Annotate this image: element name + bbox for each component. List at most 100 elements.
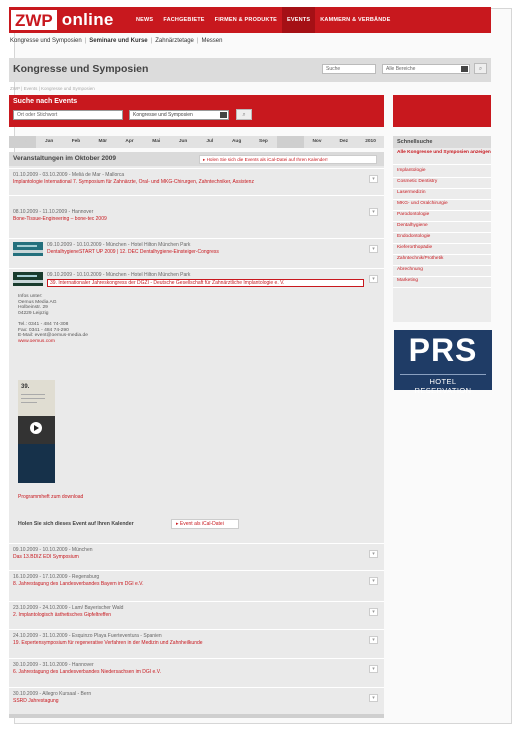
tab-month[interactable]: Mai — [143, 136, 170, 148]
event-date: 30.10.2009 - Allegro Kursaal - Bern — [13, 691, 92, 697]
expand-icon[interactable]: ▾ — [369, 275, 378, 283]
tab-month-active[interactable]: Okt — [276, 136, 304, 148]
subnav-messen[interactable]: Messen — [201, 38, 222, 44]
video-thumbnail[interactable]: 39. — [18, 380, 55, 483]
tab-month[interactable]: Jan — [36, 136, 63, 148]
logo[interactable]: ZWP online — [11, 9, 114, 31]
subnav-separator: | — [196, 38, 199, 44]
expand-icon[interactable]: ▾ — [369, 636, 378, 644]
sidebar-heading: Schnellsuche — [393, 136, 491, 148]
tab-month[interactable]: Mär — [89, 136, 116, 148]
tab-month[interactable]: Apr — [116, 136, 143, 148]
nav-events[interactable]: EVENTS — [282, 7, 316, 33]
list-item[interactable]: 24.10.2009 - 31.10.2009 - Esquinzo Playa… — [9, 629, 384, 655]
tab-month[interactable]: Jun — [170, 136, 197, 148]
sidebar-item-parodontologie[interactable]: Parodontologie — [393, 210, 491, 222]
search-icon: ⌕ — [478, 66, 483, 72]
sidebar-item-marketing[interactable]: Marketing — [393, 276, 491, 288]
ical-button[interactable]: ▸ Event als iCal-Datei — [171, 519, 239, 529]
event-search-heading: Suche nach Events — [13, 98, 78, 105]
nav-news[interactable]: NEWS — [131, 7, 158, 33]
search-button[interactable]: ⌕ — [474, 63, 487, 74]
sidebar-item-zahntechnik-prothetik[interactable]: Zahntechnik/Prothetik — [393, 254, 491, 266]
tab-month[interactable]: Aug — [223, 136, 250, 148]
list-item[interactable]: 09.10.2009 - 10.10.2009 - München - Hote… — [9, 268, 384, 292]
event-title[interactable]: 19. Expertensymposium für regenerative V… — [13, 640, 203, 646]
nav-fachgebiete[interactable]: FACHGEBIETE — [158, 7, 209, 33]
video-poster: 39. — [18, 380, 55, 416]
video-number: 39. — [21, 384, 30, 390]
list-item[interactable]: 16.10.2009 - 17.10.2009 - Regensburg 8. J… — [9, 570, 384, 596]
nav-firmen-produkte[interactable]: FIRMEN & PRODUKTE — [210, 7, 282, 33]
tab-year-next[interactable]: 2010 — [357, 136, 384, 148]
tab-year-prev[interactable]: 2008 — [9, 136, 36, 148]
event-title[interactable]: Bone-Tissue-Engineering – bone-tec 2009 — [13, 216, 107, 222]
events-header: Veranstaltungen im Oktober 2009 ▸ Holen … — [9, 152, 384, 166]
ical-row-label: Holen Sie sich dieses Event auf Ihren Ka… — [18, 521, 134, 527]
sidebar-item-endodontologie[interactable]: Endodontologie — [393, 232, 491, 244]
event-thumbnail — [13, 272, 43, 286]
sidebar-item-dentalhygiene[interactable]: Dentalhygiene — [393, 221, 491, 233]
event-thumbnail — [13, 242, 43, 256]
list-item[interactable]: 23.10.2009 - 24.10.2009 - Lam/ Bayerisch… — [9, 601, 384, 627]
event-title[interactable]: 2. Implantologisch ästhetisches Gipfeltr… — [13, 612, 111, 618]
event-details: Infos unter: Oemus Media AG Holbeinstr. … — [18, 294, 88, 344]
list-item[interactable]: 09.10.2009 - 10.10.2009 - München Das 13.… — [9, 543, 384, 569]
sidebar-item-mkg-und-oralchirurgie[interactable]: MKG- und Oralchirurgie — [393, 199, 491, 211]
expand-icon[interactable]: ▾ — [369, 175, 378, 183]
prs-banner[interactable]: PRS HOTEL RESERVATION — [394, 330, 492, 395]
chevron-down-icon — [220, 112, 227, 118]
list-item[interactable]: 30.10.2009 - Allegro Kursaal - Bern SSRD … — [9, 687, 384, 713]
website-link[interactable]: www.oemus.com — [18, 339, 88, 345]
sidebar-item-implantologie[interactable]: Implantologie — [393, 166, 491, 178]
expand-icon[interactable]: ▾ — [369, 550, 378, 558]
location-input[interactable]: Ort oder Stichwort — [13, 110, 123, 120]
program-download-link[interactable]: Programmheft zum download — [18, 494, 83, 500]
expand-icon[interactable]: ▾ — [369, 608, 378, 616]
subnav-seminare[interactable]: Seminare und Kurse — [89, 38, 147, 44]
subnav-kongresse[interactable]: Kongresse und Symposien — [10, 38, 82, 44]
event-title[interactable]: 8. Jahrestagung des Landesverbandes Baye… — [13, 581, 143, 587]
event-title[interactable]: 6. Jahrestagung des Landesverbandes Nied… — [13, 669, 161, 675]
event-date: 16.10.2009 - 17.10.2009 - Regensburg — [13, 574, 100, 580]
sidebar-item-kieferorthopädie[interactable]: Kieferorthopädie — [393, 243, 491, 255]
subnav-zahnaerztetage[interactable]: Zahnärztetage — [155, 38, 194, 44]
tab-month[interactable]: Nov — [304, 136, 331, 148]
tab-month[interactable]: Feb — [63, 136, 90, 148]
list-item[interactable]: 08.10.2009 - 11.10.2009 - Hannover Bone-… — [9, 195, 384, 223]
logo-online: online — [61, 10, 114, 29]
category-select[interactable]: Kongresse und Symposien — [129, 110, 229, 120]
event-title-selected[interactable]: 39. Internationaler Jahreskongress der D… — [47, 279, 364, 287]
expand-icon[interactable]: ▾ — [369, 208, 378, 216]
list-item[interactable]: 09.10.2009 - 10.10.2009 - München - Hote… — [9, 238, 384, 266]
expand-icon[interactable]: ▾ — [369, 665, 378, 673]
expand-icon[interactable]: ▾ — [369, 694, 378, 702]
tab-month[interactable]: Jul — [196, 136, 223, 148]
event-date: 09.10.2009 - 10.10.2009 - München - Hote… — [47, 272, 191, 278]
sidebar-item-abrechnung[interactable]: Abrechnung — [393, 265, 491, 277]
event-title[interactable]: Das 13.BDIZ EDI Symposium — [13, 554, 79, 560]
list-item[interactable]: 30.10.2009 - 31.10.2009 - Hannover 6. Jah… — [9, 658, 384, 684]
play-icon[interactable] — [30, 422, 42, 434]
breadcrumb[interactable]: ZWP | Events | Kongresse und Symposien — [10, 86, 95, 91]
nav-kammern-verbaende[interactable]: KAMMERN & VERBÄNDE — [315, 7, 395, 33]
event-title[interactable]: Implantologie International 7. Symposium… — [13, 179, 254, 185]
event-title[interactable]: DentalhygieneSTART UP 2009 | 12. DEC Den… — [47, 249, 219, 255]
search-input[interactable]: Suche — [322, 64, 376, 74]
event-search-button[interactable]: ⌕ — [236, 109, 252, 120]
sidebar-item-lasermedizin[interactable]: Lasermedizin — [393, 188, 491, 200]
event-title[interactable]: SSRD Jahrestagung — [13, 698, 59, 704]
ical-link[interactable]: ▸ Holen Sie sich die Events als iCal-Dat… — [199, 155, 377, 164]
search-icon: ⌕ — [242, 112, 246, 118]
tab-month[interactable]: Sep — [250, 136, 277, 148]
area-select[interactable]: Alle Bereiche — [382, 64, 470, 74]
subnav-separator: | — [84, 38, 87, 44]
sidebar-item-cosmetic-dentistry[interactable]: Cosmetic Dentistry — [393, 177, 491, 189]
expand-icon[interactable]: ▾ — [369, 245, 378, 253]
logo-zwp: ZWP — [11, 10, 57, 30]
event-date: 09.10.2009 - 10.10.2009 - München — [13, 547, 93, 553]
expand-icon[interactable]: ▾ — [369, 577, 378, 585]
tab-month[interactable]: Dez — [330, 136, 357, 148]
list-item[interactable]: 01.10.2009 - 03.10.2009 - Meliá de Mar -… — [9, 168, 384, 194]
sidebar-item-featured[interactable]: Alle Kongresse und Symposien anzeigen — [393, 148, 491, 165]
